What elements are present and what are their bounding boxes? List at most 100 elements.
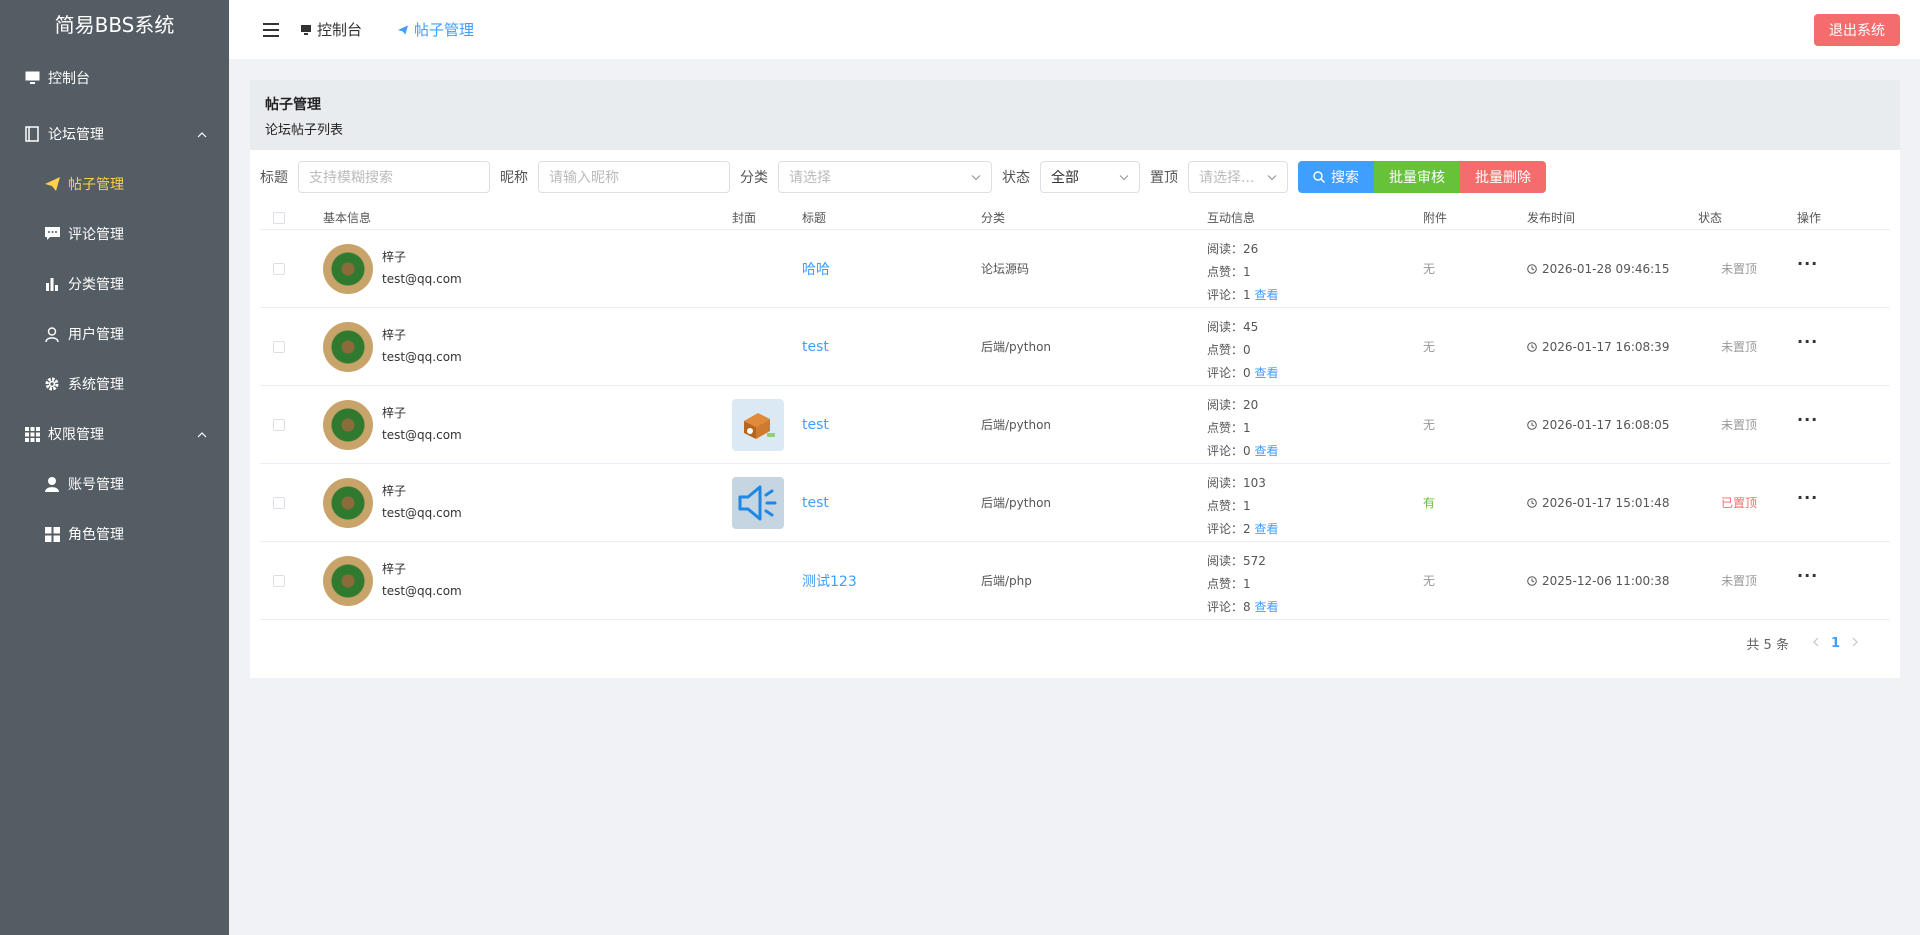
chevron-down-icon <box>1267 171 1277 184</box>
sidebar-item-forum[interactable]: 论坛管理 <box>0 109 229 159</box>
row-checkbox[interactable] <box>273 418 285 431</box>
post-cover-image[interactable] <box>732 398 784 451</box>
view-comments-link[interactable]: 查看 <box>1254 600 1278 614</box>
post-cover-image[interactable] <box>732 476 784 529</box>
avatar <box>323 477 373 528</box>
view-comments-link[interactable]: 查看 <box>1254 522 1278 536</box>
chevron-down-icon <box>1119 171 1129 184</box>
row-checkbox[interactable] <box>273 262 285 275</box>
view-comments-link[interactable]: 查看 <box>1254 288 1278 302</box>
likes-value: 1 <box>1243 265 1251 279</box>
monitor-icon <box>301 21 311 39</box>
row-checkbox[interactable] <box>273 496 285 509</box>
pin-status: 未置顶 <box>1721 262 1758 276</box>
prev-page-icon[interactable] <box>1813 636 1819 651</box>
hamburger-menu-icon[interactable] <box>263 22 279 37</box>
search-button[interactable]: 搜索 <box>1298 161 1374 193</box>
user-info: 梓子 test@qq.com <box>382 326 462 364</box>
user-nickname: 梓子 <box>382 562 407 576</box>
sidebar-item-label: 权限管理 <box>48 427 104 443</box>
post-title-link[interactable]: 测试123 <box>802 571 857 591</box>
sidebar-item-label: 角色管理 <box>68 527 124 543</box>
sidebar-item-posts[interactable]: 帖子管理 <box>0 159 229 209</box>
sidebar-item-users[interactable]: 用户管理 <box>0 309 229 359</box>
likes-value: 1 <box>1243 499 1251 513</box>
post-title-link[interactable]: test <box>802 417 829 433</box>
attachment-status: 无 <box>1423 262 1436 276</box>
sidebar-item-roles[interactable]: 角色管理 <box>0 509 229 559</box>
column-header: 发布时间 <box>1527 211 1576 225</box>
status-select[interactable]: 全部 <box>1040 161 1140 193</box>
category-filter-label: 分类 <box>740 170 768 186</box>
select-all-checkbox[interactable] <box>273 211 285 224</box>
title-search-input[interactable]: 支持模糊搜索 <box>298 161 490 193</box>
gear-icon <box>44 376 60 392</box>
row-checkbox[interactable] <box>273 340 285 353</box>
post-title-link[interactable]: 哈哈 <box>802 259 830 279</box>
pin-select[interactable]: 请选择... <box>1188 161 1288 193</box>
nickname-input[interactable]: 请输入昵称 <box>538 161 730 193</box>
user-info: 梓子 test@qq.com <box>382 248 462 286</box>
reads-value: 572 <box>1243 554 1266 568</box>
breadcrumb-posts[interactable]: 帖子管理 <box>398 19 474 40</box>
batch-review-button[interactable]: 批量审核 <box>1374 161 1460 193</box>
chevron-down-icon <box>971 171 981 184</box>
likes-value: 1 <box>1243 421 1251 435</box>
more-actions-icon[interactable]: ··· <box>1797 254 1818 273</box>
post-title-link[interactable]: test <box>802 495 829 511</box>
likes-value: 1 <box>1243 577 1251 591</box>
row-checkbox[interactable] <box>273 574 285 587</box>
more-actions-icon[interactable]: ··· <box>1797 410 1818 429</box>
sidebar-item-accounts[interactable]: 账号管理 <box>0 459 229 509</box>
reads-value: 20 <box>1243 398 1259 412</box>
attachment-status: 无 <box>1423 418 1436 432</box>
post-title-link[interactable]: test <box>802 339 829 355</box>
interaction-info: 阅读：45 点赞：0 评论：0 查看 <box>1207 316 1279 385</box>
more-actions-icon[interactable]: ··· <box>1797 332 1818 351</box>
status-filter-label: 状态 <box>1002 170 1030 186</box>
sidebar-item-comments[interactable]: 评论管理 <box>0 209 229 259</box>
column-header: 状态 <box>1698 211 1723 225</box>
post-category: 后端/python <box>981 418 1052 432</box>
sidebar-item-label: 评论管理 <box>68 227 124 243</box>
likes-value: 0 <box>1243 343 1251 357</box>
breadcrumb-dashboard[interactable]: 控制台 <box>301 19 362 40</box>
column-header: 基本信息 <box>323 211 372 225</box>
table-header: 基本信息 封面 标题 分类 互动信息 附件 发布时间 状态 操作 <box>260 206 1890 230</box>
pin-select-placeholder: 请选择... <box>1199 170 1255 186</box>
sidebar-item-categories[interactable]: 分类管理 <box>0 259 229 309</box>
next-page-icon[interactable] <box>1852 636 1858 651</box>
sidebar-item-system[interactable]: 系统管理 <box>0 359 229 409</box>
breadcrumb-label: 控制台 <box>317 21 363 39</box>
apps-icon <box>44 526 60 542</box>
breadcrumb-label: 帖子管理 <box>414 21 475 39</box>
sidebar-item-dashboard[interactable]: 控制台 <box>0 53 229 103</box>
publish-time: 2026-01-17 15:01:48 <box>1527 496 1669 510</box>
table-row: 梓子 test@qq.com 测试123 后端/php 阅读：572 点赞：1 … <box>260 542 1890 620</box>
page-number-current[interactable]: 1 <box>1831 636 1840 651</box>
view-comments-link[interactable]: 查看 <box>1254 366 1278 380</box>
interaction-info: 阅读：20 点赞：1 评论：0 查看 <box>1207 394 1279 463</box>
reads-prefix: 阅读： <box>1207 398 1244 412</box>
post-category: 论坛源码 <box>981 262 1030 276</box>
panel-header: 帖子管理 论坛帖子列表 <box>250 80 1900 150</box>
interaction-info: 阅读：26 点赞：1 评论：1 查看 <box>1207 238 1279 307</box>
sidebar-item-label: 账号管理 <box>68 477 124 493</box>
posts-panel: 帖子管理 论坛帖子列表 标题 支持模糊搜索 昵称 请输入昵称 分类 请选择 状态… <box>250 80 1900 678</box>
batch-delete-button[interactable]: 批量删除 <box>1460 161 1546 193</box>
view-comments-link[interactable]: 查看 <box>1254 444 1278 458</box>
sidebar-item-label: 控制台 <box>48 71 90 87</box>
attachment-status: 无 <box>1423 574 1436 588</box>
more-actions-icon[interactable]: ··· <box>1797 566 1818 585</box>
likes-prefix: 点赞： <box>1207 577 1244 591</box>
likes-prefix: 点赞： <box>1207 343 1244 357</box>
category-select[interactable]: 请选择 <box>778 161 992 193</box>
user-email: test@qq.com <box>382 428 462 442</box>
table-row: 梓子 test@qq.com test 后端/python 阅读：103 点赞：… <box>260 464 1890 542</box>
more-actions-icon[interactable]: ··· <box>1797 488 1818 507</box>
publish-time-value: 2026-01-17 15:01:48 <box>1542 495 1670 510</box>
title-filter-label: 标题 <box>260 170 288 186</box>
pagination-total: 共 5 条 <box>1746 638 1789 653</box>
sidebar-item-permissions[interactable]: 权限管理 <box>0 409 229 459</box>
logout-button[interactable]: 退出系统 <box>1814 14 1900 46</box>
